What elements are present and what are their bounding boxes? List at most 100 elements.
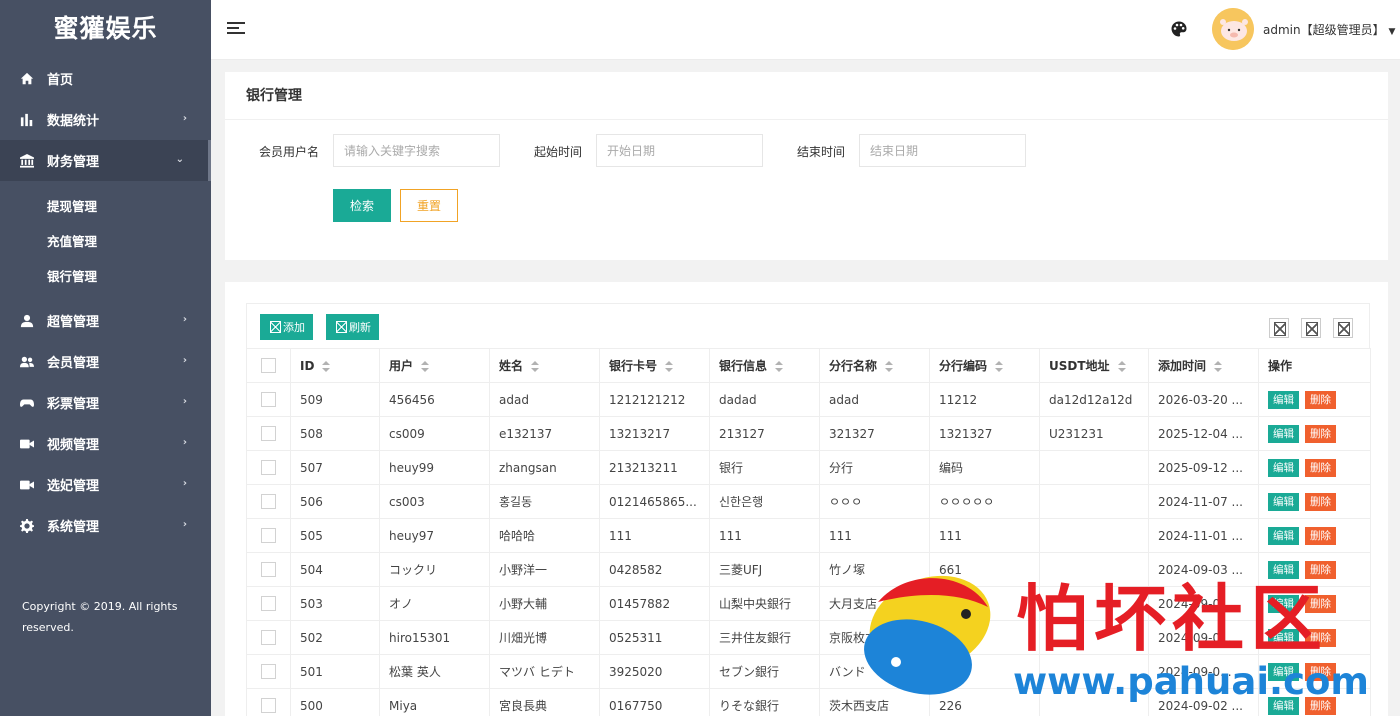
copyright-text: Copyright © 2019. All rights reserved. <box>22 600 178 634</box>
sidebar-item-selection[interactable]: 选妃管理 › <box>0 464 211 505</box>
column-header-usdt[interactable]: USDT地址 <box>1039 348 1149 383</box>
reset-button[interactable]: 重置 <box>400 189 458 222</box>
sort-icon[interactable] <box>322 360 331 372</box>
delete-button[interactable]: 删除 <box>1305 628 1336 647</box>
edit-button[interactable]: 编辑 <box>1268 458 1299 477</box>
sidebar-item-home[interactable]: 首页 <box>0 58 211 99</box>
sidebar-item-system[interactable]: 系统管理 › <box>0 505 211 546</box>
sort-icon[interactable] <box>775 361 784 372</box>
cell-bank: 신한은행 <box>709 484 820 519</box>
sort-icon[interactable] <box>1117 361 1126 372</box>
cell-card: 01457882 <box>599 586 710 621</box>
cell-user: cs009 <box>379 416 490 451</box>
sort-icon[interactable] <box>665 361 674 372</box>
chevron-down-icon: ⌄ <box>175 154 184 165</box>
sidebar-subitem-recharge[interactable]: 充值管理 <box>0 224 211 259</box>
edit-button[interactable]: 编辑 <box>1268 696 1299 715</box>
select-all-checkbox[interactable] <box>261 358 276 373</box>
sidebar-subitem-withdraw[interactable]: 提现管理 <box>0 189 211 224</box>
sidebar-item-video[interactable]: 视频管理 › <box>0 423 211 464</box>
table-body: 509 456456 adad 1212121212 dadad adad 11212 da1… <box>246 382 1371 716</box>
row-select-cell <box>246 518 291 553</box>
row-checkbox[interactable] <box>261 562 276 577</box>
column-header-label: 银行卡号 <box>609 359 658 373</box>
user-menu[interactable]: admin【超级管理员】 ▼ <box>1263 21 1395 38</box>
cell-usdt: U231231 <box>1039 416 1149 451</box>
row-checkbox[interactable] <box>261 596 276 611</box>
table-panel: 添加 刷新 ID 用户 姓名 银行卡号 银行信息 分行名称 分行编码 USDT地… <box>225 282 1388 716</box>
sidebar-item-finance[interactable]: 财务管理 ⌄ <box>0 140 211 181</box>
cell-branch: adad <box>819 382 930 417</box>
cell-bank: 三井住友銀行 <box>709 620 820 655</box>
username-search-input[interactable] <box>333 134 500 167</box>
palette-icon[interactable] <box>1171 21 1187 37</box>
delete-button[interactable]: 删除 <box>1305 696 1336 715</box>
sort-icon[interactable] <box>885 361 894 372</box>
table-row: 508 cs009 e132137 13213217 213127 321327 13213… <box>246 416 1371 451</box>
sidebar-item-members[interactable]: 会员管理 › <box>0 341 211 382</box>
cell-id: 507 <box>290 450 380 485</box>
delete-button[interactable]: 删除 <box>1305 390 1336 409</box>
column-header-card[interactable]: 银行卡号 <box>599 348 710 383</box>
start-date-input[interactable] <box>596 134 763 167</box>
avatar[interactable] <box>1212 8 1254 50</box>
edit-button[interactable]: 编辑 <box>1268 594 1299 613</box>
sort-icon[interactable] <box>421 361 430 372</box>
delete-button[interactable]: 删除 <box>1305 662 1336 681</box>
row-checkbox[interactable] <box>261 528 276 543</box>
edit-button[interactable]: 编辑 <box>1268 492 1299 511</box>
row-checkbox[interactable] <box>261 630 276 645</box>
delete-button[interactable]: 删除 <box>1305 526 1336 545</box>
delete-button[interactable]: 删除 <box>1305 458 1336 477</box>
refresh-button[interactable]: 刷新 <box>326 314 379 340</box>
edit-button[interactable]: 编辑 <box>1268 662 1299 681</box>
column-header-id[interactable]: ID <box>290 348 380 383</box>
sidebar-item-label: 视频管理 <box>47 438 100 453</box>
delete-button[interactable]: 删除 <box>1305 594 1336 613</box>
row-checkbox[interactable] <box>261 392 276 407</box>
sort-icon[interactable] <box>995 361 1004 372</box>
sidebar-item-lottery[interactable]: 彩票管理 › <box>0 382 211 423</box>
row-checkbox[interactable] <box>261 494 276 509</box>
row-checkbox[interactable] <box>261 664 276 679</box>
end-date-input[interactable] <box>859 134 1026 167</box>
column-header-bank[interactable]: 银行信息 <box>709 348 820 383</box>
sort-icon[interactable] <box>1214 361 1223 372</box>
select-all-cell <box>246 348 291 383</box>
chevron-right-icon: › <box>182 437 187 448</box>
menu-toggle-icon[interactable] <box>227 22 245 36</box>
edit-button[interactable]: 编辑 <box>1268 424 1299 443</box>
cell-bank: 213127 <box>709 416 820 451</box>
add-button[interactable]: 添加 <box>260 314 313 340</box>
columns-filter-icon[interactable] <box>1269 318 1289 338</box>
edit-button[interactable]: 编辑 <box>1268 390 1299 409</box>
column-header-user[interactable]: 用户 <box>379 348 490 383</box>
sidebar-subitem-bank[interactable]: 银行管理 <box>0 259 211 294</box>
print-icon[interactable] <box>1333 318 1353 338</box>
row-checkbox[interactable] <box>261 460 276 475</box>
sort-icon[interactable] <box>531 361 540 372</box>
sidebar-item-stats[interactable]: 数据统计 › <box>0 99 211 140</box>
column-header-branch[interactable]: 分行名称 <box>819 348 930 383</box>
start-time-label: 起始时间 <box>534 145 583 159</box>
delete-button[interactable]: 删除 <box>1305 560 1336 579</box>
delete-button[interactable]: 删除 <box>1305 492 1336 511</box>
edit-button[interactable]: 编辑 <box>1268 526 1299 545</box>
export-icon[interactable] <box>1301 318 1321 338</box>
row-checkbox[interactable] <box>261 698 276 713</box>
cell-id: 505 <box>290 518 380 553</box>
edit-button[interactable]: 编辑 <box>1268 628 1299 647</box>
search-button[interactable]: 检索 <box>333 189 391 222</box>
row-checkbox[interactable] <box>261 426 276 441</box>
cell-bank: 三菱UFJ <box>709 552 820 587</box>
sidebar-item-admin[interactable]: 超管管理 › <box>0 300 211 341</box>
column-header-name[interactable]: 姓名 <box>489 348 600 383</box>
edit-button[interactable]: 编辑 <box>1268 560 1299 579</box>
delete-button[interactable]: 删除 <box>1305 424 1336 443</box>
cell-added: 2026-03-20 ... <box>1148 382 1259 417</box>
chevron-right-icon: › <box>182 314 187 325</box>
cell-card: 13213217 <box>599 416 710 451</box>
column-header-added[interactable]: 添加时间 <box>1148 348 1259 383</box>
column-header-branch-code[interactable]: 分行编码 <box>929 348 1040 383</box>
cell-added: 2024-09-0... <box>1148 620 1259 655</box>
